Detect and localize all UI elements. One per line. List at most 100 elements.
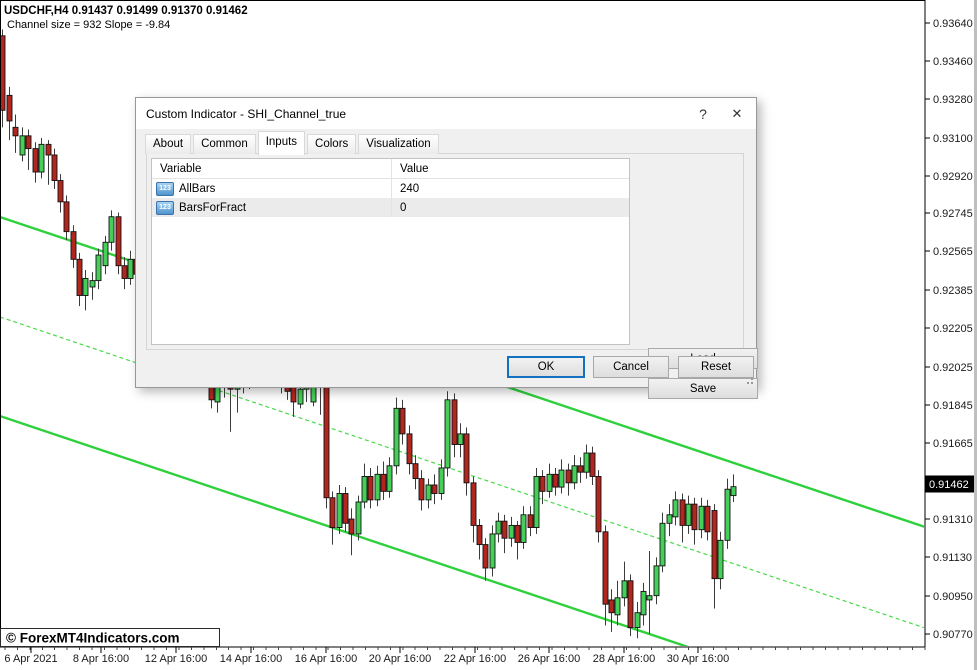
bull-candle: [667, 515, 672, 524]
bull-candle: [96, 255, 101, 281]
variable-name: AllBars: [179, 183, 215, 195]
watermark-text: © ForexMT4Indicators.com: [6, 631, 179, 646]
bear-candle: [58, 181, 63, 202]
price-tick-label: 0.91310: [933, 514, 973, 526]
bear-candle: [368, 476, 373, 499]
bear-candle: [528, 515, 533, 528]
bear-candle: [680, 500, 685, 526]
bull-candle: [654, 566, 659, 596]
time-tick-label: 8 Apr 16:00: [73, 653, 129, 665]
time-tick-label: 30 Apr 16:00: [667, 653, 729, 665]
bear-candle: [330, 498, 335, 528]
bull-candle: [521, 515, 526, 543]
bull-candle: [718, 540, 723, 578]
bear-candle: [692, 504, 697, 530]
variable-name: BarsForFract: [179, 202, 246, 214]
bear-candle: [566, 470, 571, 483]
bull-candle: [725, 489, 730, 540]
bull-candle: [458, 434, 463, 445]
price-tick-label: 0.92385: [933, 285, 973, 297]
price-tick-label: 0.91130: [933, 552, 972, 564]
bear-candle: [26, 136, 31, 149]
bull-candle: [547, 474, 552, 491]
price-tick-label: 0.93460: [933, 56, 973, 68]
bull-candle: [699, 506, 704, 529]
save-button[interactable]: Save: [648, 378, 758, 399]
bear-candle: [419, 479, 424, 500]
price-axis: 0.936400.934600.932800.931000.929200.927…: [925, 18, 977, 641]
bull-candle: [375, 474, 380, 500]
bull-candle: [673, 500, 678, 517]
bear-candle: [116, 217, 121, 266]
dialog-title: Custom Indicator - SHI_Channel_true: [136, 107, 346, 121]
bear-candle: [712, 511, 717, 579]
bear-candle: [596, 476, 601, 531]
dialog-titlebar[interactable]: Custom Indicator - SHI_Channel_true ? ✕: [136, 98, 756, 129]
time-tick-label: 22 Apr 16:00: [444, 653, 506, 665]
bear-candle: [578, 466, 583, 472]
bull-candle: [83, 278, 88, 295]
ok-button[interactable]: OK: [507, 356, 585, 378]
dialog-tabstrip: About Common Inputs Colors Visualization: [145, 133, 441, 154]
cancel-button[interactable]: Cancel: [593, 356, 669, 378]
reset-button[interactable]: Reset: [678, 356, 754, 378]
bull-candle: [635, 613, 640, 628]
bull-candle: [496, 521, 501, 534]
channel-info-text: Channel size = 932 Slope = -9.84: [7, 19, 170, 31]
bull-candle: [731, 487, 736, 496]
table-row-allbars[interactable]: 123 AllBars 240: [152, 179, 629, 198]
bear-candle: [77, 259, 82, 295]
bear-candle: [471, 483, 476, 526]
bull-candle: [20, 136, 25, 155]
bull-candle: [559, 470, 564, 487]
price-tick-label: 0.92920: [933, 171, 973, 183]
bear-candle: [407, 434, 412, 464]
time-tick-label: 20 Apr 16:00: [369, 653, 431, 665]
bull-candle: [387, 466, 392, 492]
bull-candle: [572, 466, 577, 483]
resize-grip[interactable]: [745, 376, 753, 384]
close-icon[interactable]: ✕: [722, 98, 752, 129]
bull-candle: [686, 504, 691, 525]
bear-candle: [400, 408, 405, 434]
inputs-tab-page: Variable Value 123 AllBars 240 123 BarsF…: [146, 153, 744, 350]
bear-candle: [413, 464, 418, 479]
bull-candle: [39, 144, 44, 172]
bull-candle: [128, 259, 133, 278]
bear-candle: [628, 581, 633, 628]
watermark: © ForexMT4Indicators.com: [1, 629, 220, 647]
price-tick-label: 0.90770: [933, 629, 973, 641]
table-row-barsforfract[interactable]: 123 BarsForFract 0: [152, 198, 629, 217]
time-tick-label: 26 Apr 16:00: [518, 653, 580, 665]
bear-candle: [343, 493, 348, 523]
bear-candle: [46, 144, 51, 155]
price-tick-label: 0.90950: [933, 591, 973, 603]
bear-candle: [13, 127, 18, 136]
numeric-parameter-icon: 123: [156, 201, 174, 215]
tab-colors[interactable]: Colors: [307, 134, 356, 154]
tab-common[interactable]: Common: [193, 134, 256, 154]
bear-candle: [349, 519, 354, 534]
tab-visualization[interactable]: Visualization: [358, 134, 438, 154]
variable-value[interactable]: 240: [391, 179, 629, 198]
bear-candle: [515, 525, 520, 542]
price-tick-label: 0.93640: [933, 18, 973, 30]
bull-candle: [394, 408, 399, 465]
bull-candle: [509, 525, 514, 538]
price-tick-label: 0.92565: [933, 246, 973, 258]
bear-candle: [64, 202, 69, 232]
time-tick-label: 28 Apr 16:00: [593, 653, 655, 665]
bear-candle: [452, 400, 457, 445]
tab-inputs[interactable]: Inputs: [258, 131, 305, 155]
bull-candle: [103, 242, 108, 265]
bull-candle: [534, 476, 539, 527]
bear-candle: [553, 474, 558, 487]
bear-candle: [464, 434, 469, 483]
bull-candle: [660, 523, 665, 566]
price-tick-label: 0.92025: [933, 362, 973, 374]
help-icon[interactable]: ?: [688, 98, 718, 129]
tab-about[interactable]: About: [145, 134, 191, 154]
variable-value[interactable]: 0: [391, 198, 629, 217]
bear-candle: [705, 506, 710, 532]
bull-candle: [109, 217, 114, 243]
